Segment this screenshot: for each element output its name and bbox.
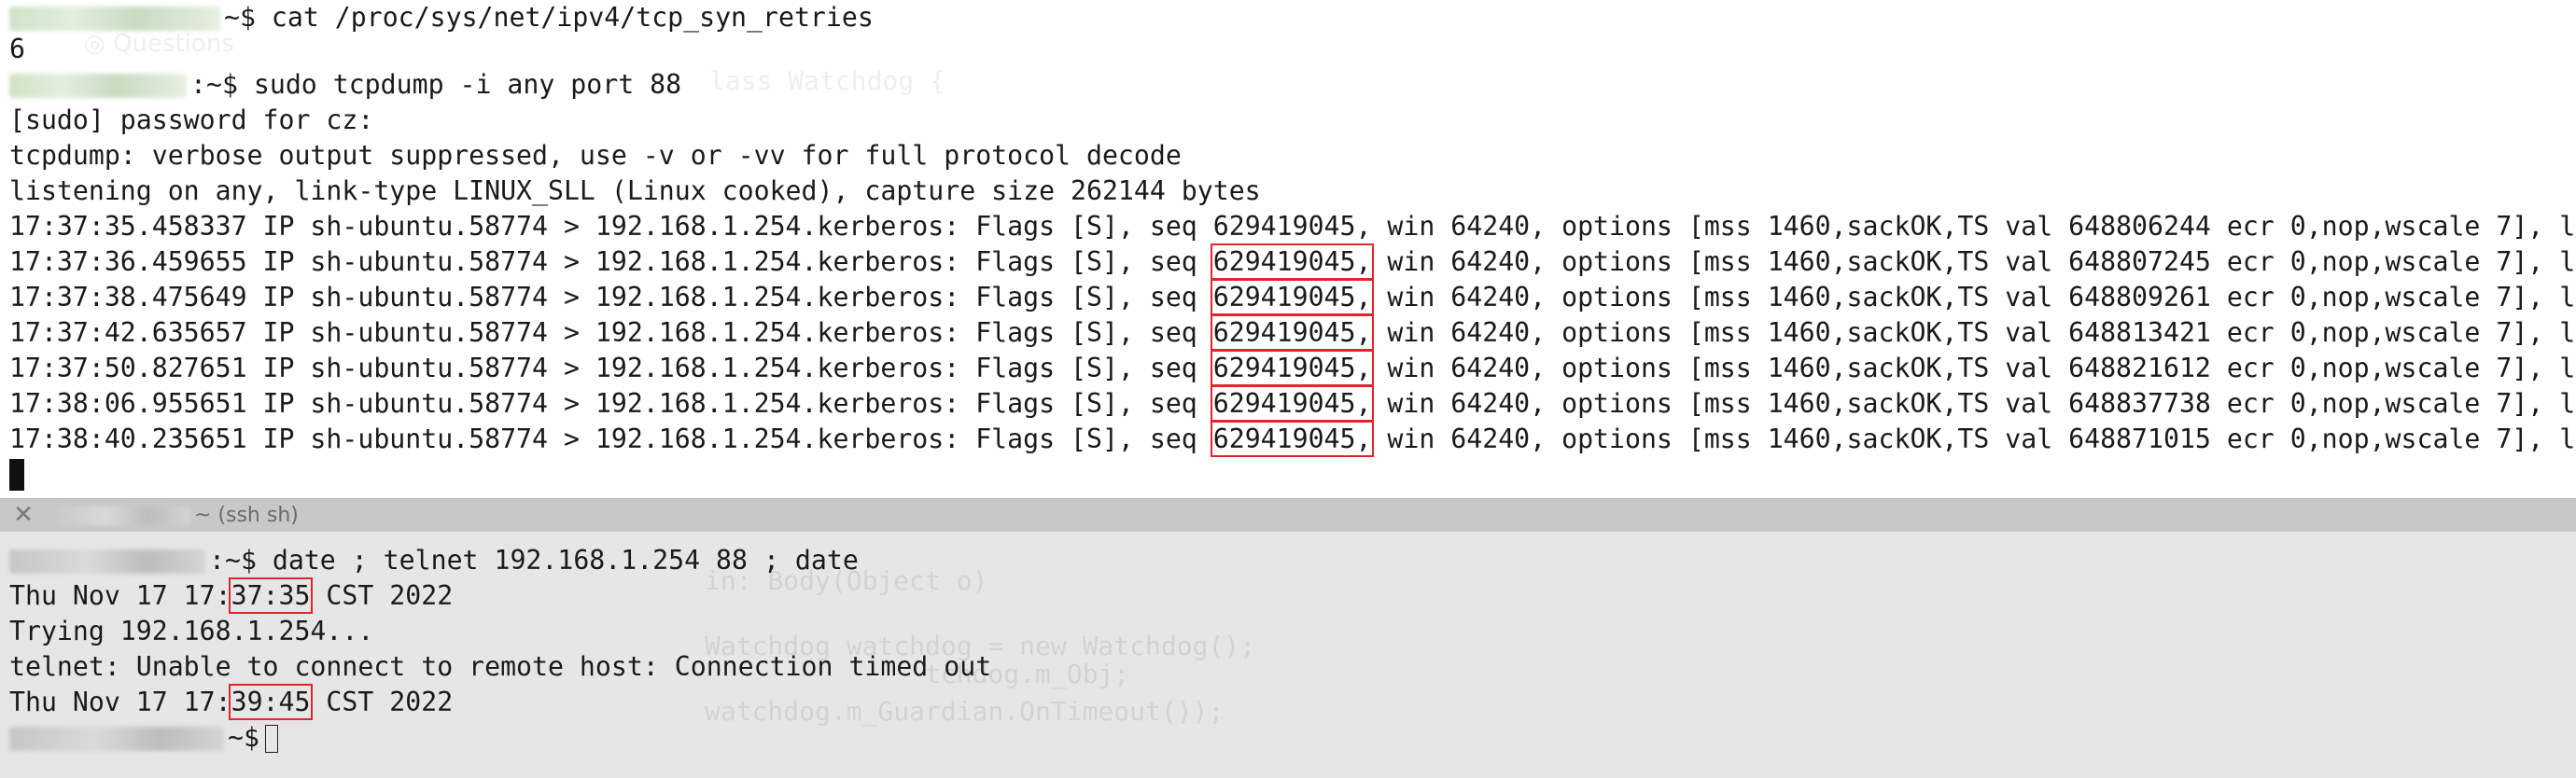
terminal-line-telnet-error: telnet: Unable to connect to remote host…: [9, 651, 992, 682]
seq-value-highlighted: 629419045,: [1210, 421, 1375, 457]
terminal-line-sudo: [sudo] password for cz:: [9, 104, 374, 135]
packet-line: 17:37:38.475649 IP sh-ubuntu.58774 > 192…: [9, 279, 2576, 315]
packet-line: 17:38:06.955651 IP sh-ubuntu.58774 > 192…: [9, 385, 2576, 422]
redacted-hostname: [9, 74, 187, 98]
top-terminal-pane[interactable]: lass Watchdog { ◎ Questions ~$ cat /proc…: [0, 0, 2576, 498]
time-highlighted: 37:35: [228, 577, 314, 614]
packet-line: 17:37:50.827651 IP sh-ubuntu.58774 > 192…: [9, 350, 2576, 386]
ghost-background-text: lass Watchdog {: [709, 65, 945, 96]
pane-divider[interactable]: ✕ ~ (ssh sh): [0, 498, 2576, 534]
ghost-background-text: watchdog.m_Guardian.OnTimeout());: [705, 696, 1225, 727]
redacted-hostname: [9, 727, 224, 751]
terminal-line-trying: Trying 192.168.1.254...: [9, 616, 374, 646]
terminal-line-date-cmd: :~$ date ; telnet 192.168.1.254 88 ; dat…: [9, 543, 859, 578]
seq-value-highlighted: 629419045,: [1210, 314, 1375, 351]
terminal-line-date2: Thu Nov 17 17:39:45 CST 2022: [9, 684, 454, 720]
seq-value-highlighted: 629419045,: [1210, 385, 1375, 422]
terminal-line-cmd2: :~$ sudo tcpdump -i any port 88: [9, 67, 681, 103]
packet-line: 17:37:42.635657 IP sh-ubuntu.58774 > 192…: [9, 314, 2576, 351]
bottom-terminal-pane[interactable]: in: Body(Object o) Watchdog watchdog = n…: [0, 532, 2576, 778]
seq-value-highlighted: 629419045,: [1210, 243, 1375, 280]
redacted-hostname: [9, 549, 205, 574]
terminal-line-cmd1: ~$ cat /proc/sys/net/ipv4/tcp_syn_retrie…: [9, 0, 874, 35]
seq-value-highlighted: 629419045,: [1210, 279, 1375, 315]
close-icon[interactable]: ✕: [11, 503, 35, 527]
packet-line: 17:38:40.235651 IP sh-ubuntu.58774 > 192…: [9, 421, 2576, 457]
terminal-cursor: [9, 459, 24, 491]
seq-value-highlighted: 629419045,: [1210, 350, 1375, 386]
redacted-hostname: [9, 7, 220, 31]
terminal-line-out1: 6: [9, 34, 25, 64]
terminal-line-date1: Thu Nov 17 17:37:35 CST 2022: [9, 577, 454, 614]
packet-line: 17:37:35.458337 IP sh-ubuntu.58774 > 192…: [9, 211, 2576, 242]
time-highlighted: 39:45: [228, 684, 314, 720]
redacted-hostname: [50, 507, 190, 525]
packet-line: 17:37:36.459655 IP sh-ubuntu.58774 > 192…: [9, 243, 2576, 280]
terminal-cursor: [264, 725, 278, 753]
terminal-line-listening: listening on any, link-type LINUX_SLL (L…: [9, 175, 1261, 206]
terminal-line-tcpdump-verbose: tcpdump: verbose output suppressed, use …: [9, 140, 1182, 171]
terminal-line-final-prompt[interactable]: ~$: [9, 720, 278, 756]
pane-title: ~ (ssh sh): [50, 499, 299, 533]
seq-value: 629419045,: [1212, 211, 1372, 242]
